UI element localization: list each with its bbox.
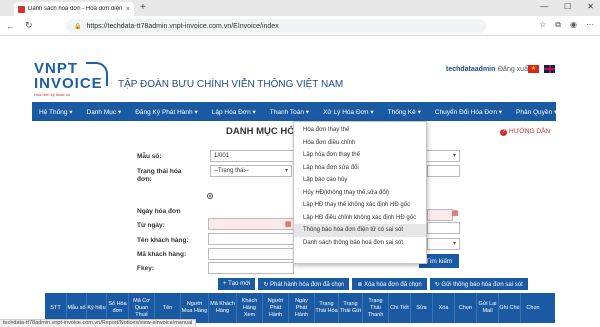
logo-slogan: Hóa đơn kỹ thuật số [34,92,70,97]
trang-thai-extra-field[interactable] [427,165,460,177]
minimize-icon[interactable]: — [540,2,548,11]
col-trang-thai-hoa: Trạng Thái Hóa [315,293,339,323]
dd-hoa-don-dieu-chinh[interactable]: Hóa đơn điều chỉnh [294,137,426,150]
uk-flag-icon[interactable] [544,65,555,73]
col-ghi-chu: Ghi Chú [499,293,521,323]
browser-tab[interactable]: Danh sách hóa đơn - Hóa đơn điện tử × [14,2,134,16]
dd-danh-sach-thong-bao-sai-sot[interactable]: Danh sách thông báo hoá đơn sai sót [294,237,426,250]
browser-status-bar: techdata-tt78admin.vnpt-invoice.com.vn/R… [0,319,197,327]
brand-title: TẬP ĐOÀN BƯU CHÍNH VIỄN THÔNG VIỆT NAM [118,79,344,90]
menu-xu-ly-hoa-don[interactable]: Xử Lý Hóa Đơn ▾ [316,107,381,116]
dd-lap-hoa-don-sua-doi[interactable]: Lập hóa đơn sửa đổi [294,162,426,175]
mau-so-label: Mẫu số: [137,153,162,160]
col-trang-thai-thanh: Trạng Thái Thanh [363,293,389,323]
help-label: HƯỚNG DẪN [509,128,551,135]
col-ngay-phat-hanh: Ngày Phát Hành [289,293,315,323]
new-tab-icon[interactable]: + [140,2,146,13]
menu-thong-ke[interactable]: Thống Kê ▾ [381,108,428,116]
mau-so-value: 1/001 [214,153,230,159]
col-xoa: Xóa [433,293,455,323]
menu-thanh-toan[interactable]: Thanh Toán ▾ [263,108,316,116]
col-sua: Sửa [411,293,433,323]
col-gui-lai-mail: Gửi Lại Mail [477,293,499,323]
send-error-notice-button[interactable]: ↻ Gửi thông báo hóa đơn sai sót [429,278,528,290]
logout-link[interactable]: Đăng xuất [498,66,530,73]
side-field-1[interactable] [427,222,460,234]
address-bar: ← ↻ 🔒 https://techdata-tt78admin.vnpt-in… [0,16,600,36]
window-controls: — ☐ ✕ [540,2,594,11]
trang-thai-value: --Trạng thái-- [214,168,249,174]
more-icon[interactable]: ⋯ [586,20,594,30]
tu-ngay-label: Từ ngày: [137,222,165,229]
browser-toolbar: ☆ ⧉ ◉ ⋯ [539,20,594,30]
calendar-icon-from[interactable]: ▦ [285,220,292,228]
favicon-icon [18,5,25,13]
browser-tab-bar: Danh sách hóa đơn - Hóa đơn điện tử × + … [0,0,600,16]
logo-swoosh-icon [86,62,108,86]
col-trang-thai-gui: Trạng Thái Gửi [339,293,363,323]
dd-lap-hd-dieu-chinh-khong-xac-dinh[interactable]: Lập HĐ điều chỉnh không xác định HĐ gốc [294,212,426,225]
help-link[interactable]: ? HƯỚNG DẪN [500,128,550,136]
dd-thong-bao-sai-sot[interactable]: Thông báo hóa đơn điện tử có sai sót [294,224,426,237]
delete-selected-button[interactable]: ⊗ Xóa hóa đơn đã chọn [352,278,427,290]
extensions-icon[interactable]: ⧉ [555,20,561,30]
calendar-icon[interactable]: ▦ [452,209,459,217]
close-tab-icon[interactable]: × [126,6,130,13]
tab-title: Danh sách hóa đơn - Hóa đơn điện tử [28,6,123,12]
col-ma-khach-hang: Mã Khách Hàng [209,293,237,323]
vietnam-flag-icon[interactable]: ★ [528,65,539,73]
xu-ly-hoa-don-dropdown: Hóa đơn thay thế Hóa đơn điều chỉnh Lập … [293,121,427,264]
publish-selected-button[interactable]: ↻ Phát hành hóa đơn đã chọn [258,278,350,290]
menu-lap-hoa-don[interactable]: Lập Hóa Đơn ▾ [205,108,263,116]
ten-khach-hang-input[interactable] [208,233,294,245]
help-icon: ? [500,129,507,136]
col-chon-2: Chọn [526,304,540,311]
menu-phan-quyen[interactable]: Phân Quyền ▾ [509,108,564,116]
ten-khach-hang-label: Tên khách hàng: [137,237,189,244]
trang-thai-select[interactable]: --Trạng thái-- [210,165,292,177]
main-menu: Hệ Thống ▾ Danh Mục ▾ Đăng Ký Phát Hành … [32,102,557,121]
url-field[interactable]: 🔒 https://techdata-tt78admin.vnpt-invoic… [66,19,486,33]
fkey-input[interactable] [208,262,294,274]
dd-lap-bao-cao-huy[interactable]: Lập báo cáo hủy [294,174,426,187]
col-chon: Chọn [455,293,477,323]
create-new-button[interactable]: + Tạo mới [218,278,256,290]
reload-icon[interactable]: ↻ [25,20,33,31]
menu-chuyen-doi-hoa-don[interactable]: Chuyển Đổi Hóa Đơn ▾ [428,108,509,116]
username[interactable]: techdataadmin [446,66,495,73]
col-chi-tiet: Chi Tiết [389,293,411,323]
lock-icon: 🔒 [74,23,82,30]
profile-icon[interactable]: ◉ [570,20,577,30]
ma-khach-hang-label: Mã khách hàng: [137,251,187,258]
date-radio[interactable] [207,193,213,199]
favorites-icon[interactable]: ☆ [539,20,546,30]
ma-khach-hang-input[interactable] [208,248,294,260]
dd-huy-hd[interactable]: Hủy HĐ(không thay thế,sửa đổi) [294,187,426,200]
close-window-icon[interactable]: ✕ [587,2,594,11]
action-toolbar: + Tạo mới ↻ Phát hành hóa đơn đã chọn ⊗ … [218,278,528,290]
side-select[interactable] [427,238,460,250]
tu-ngay-input[interactable] [208,218,294,230]
back-icon[interactable]: ← [6,21,15,31]
col-khach-hang-xem: Khách Hàng Xem [237,293,263,323]
menu-danh-muc[interactable]: Danh Mục ▾ [80,108,129,116]
vnpt-invoice-logo[interactable]: VNPT INVOICE Hóa đơn kỹ thuật số [34,61,108,102]
url-text: https://techdata-tt78admin.vnpt-invoice.… [86,22,279,30]
maximize-icon[interactable]: ☐ [564,2,571,11]
dd-lap-hoa-don-thay-the[interactable]: Lập hóa đơn thay thế [294,149,426,162]
search-button-label: Tìm kiếm [425,257,453,265]
dd-lap-hd-thay-the-khong-xac-dinh[interactable]: Lập HĐ thay thế không xác định HĐ gốc [294,199,426,212]
menu-he-thong[interactable]: Hệ Thống ▾ [32,108,80,116]
den-ngay-input[interactable] [427,209,453,221]
fkey-label: Fkey: [137,265,154,272]
menu-dang-ky-phat-hanh[interactable]: Đăng Ký Phát Hành ▾ [128,108,205,116]
page-title: DANH MỤC HÓA [226,126,302,137]
ngay-hoa-don-label: Ngày hóa đơn [137,208,181,215]
dd-hoa-don-thay-the[interactable]: Hóa đơn thay thế [294,124,426,137]
trang-thai-label: Trạng thái hóa đơn: [137,168,182,183]
col-nguoi-phat-hanh: Người Phát Hành [263,293,289,323]
